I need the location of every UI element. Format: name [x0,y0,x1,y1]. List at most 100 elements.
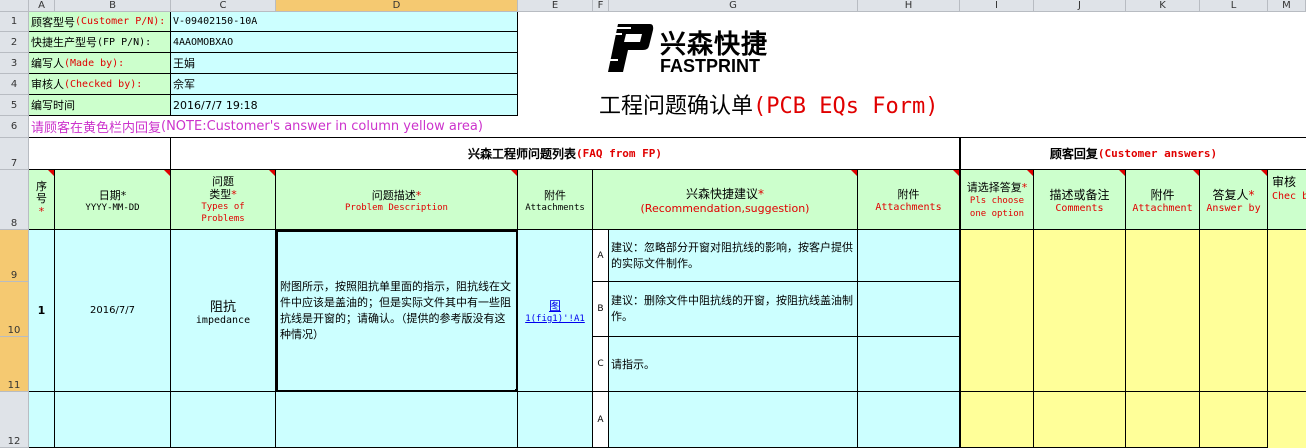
col-header-g[interactable]: G [609,0,858,12]
section-blank [29,138,171,170]
next-option-a-text[interactable] [609,392,858,448]
required-star: * [758,186,764,201]
row-header-9[interactable]: 9 [0,230,29,282]
next-answer-attachment[interactable] [1126,392,1200,448]
label-en: (Made by): [64,57,125,69]
value-made-by[interactable]: 王娟 [171,53,518,74]
next-issue-date[interactable] [55,392,171,448]
comment-indicator-icon [953,170,959,176]
col-header-c[interactable]: C [171,0,276,12]
label-cn: 审核人 [31,78,64,91]
option-b-text[interactable]: 建议：删除文件中阻抗线的开窗，按阻抗线盖油制作。 [609,282,858,337]
next-answer-choice[interactable] [960,392,1034,448]
next-option-a-key: A [593,392,609,448]
header-type-cn1: 问题 [212,174,234,188]
col-header-b[interactable]: B [55,0,171,12]
comment-indicator-icon [1261,170,1267,176]
comment-indicator-icon [511,170,517,176]
next-answer-by[interactable] [1200,392,1268,448]
answer-choice-cell[interactable] [960,230,1034,392]
option-a-text[interactable]: 建议：忽略部分开窗对阻抗线的影响，按客户提供的实际文件制作。 [609,230,858,282]
row-header-3[interactable]: 3 [0,53,29,74]
label-cn: 编写人 [31,57,64,70]
next-issue-attachment[interactable] [518,392,593,448]
faq-section-header: 兴森工程师问题列表 (FAQ from FP) [171,138,960,170]
option-c-key: C [593,337,609,392]
header-type-en: Types of Problems [201,201,245,224]
issue-description[interactable]: 附图所示，按照阻抗单里面的指示，阻抗线在文件中应该是盖油的；但是实际文件其中有一… [276,230,518,392]
answer-by-cell[interactable] [1200,230,1268,392]
row-header-2[interactable]: 2 [0,32,29,53]
header-recommendation: 兴森快捷建议* (Recommendation,suggestion) [593,170,858,230]
col-header-m[interactable]: M [1268,0,1306,12]
label-en: (Customer P/N): [75,16,166,27]
row-header-12[interactable]: 12 [0,392,29,448]
comment-indicator-icon [1027,170,1033,176]
comment-indicator-icon [164,170,170,176]
label-cn: 顾客型号 [31,15,75,29]
row-header-1[interactable]: 1 [0,12,29,32]
next-issue-type[interactable] [171,392,276,448]
answer-attachment-cell[interactable] [1126,230,1200,392]
required-star: * [120,188,127,202]
col-header-f[interactable]: F [593,0,609,12]
required-star: * [415,188,422,202]
issue-attachment-link[interactable]: 图 1(fig1)'!A1 [518,230,593,392]
col-header-d[interactable]: D [276,0,518,12]
col-header-a[interactable]: A [29,0,55,12]
notice-cn: 请顾客在黄色栏内回复 [31,121,162,136]
value-write-time[interactable]: 2016/7/7 19:18 [171,95,518,116]
col-header-k[interactable]: K [1126,0,1200,12]
row-header-6[interactable]: 6 [0,116,29,138]
row-header-11[interactable]: 11 [0,337,29,392]
fastprint-logo: 兴森快捷 FASTPRINT [604,20,804,78]
row-header-10[interactable]: 10 [0,282,29,337]
required-star: * [1021,180,1028,194]
next-answer-comments[interactable] [1034,392,1126,448]
col-header-j[interactable]: J [1034,0,1126,12]
logo-en: FASTPRINT [660,56,761,76]
header-attachment-3: 附件 Attachment [1126,170,1200,230]
row-header-4[interactable]: 4 [0,74,29,95]
attachment-link-line2[interactable]: 1(fig1)'!A1 [525,314,585,324]
option-c-attachment[interactable] [858,337,960,392]
answer-comments-cell[interactable] [1034,230,1126,392]
issue-date[interactable]: 2016/7/7 [55,230,171,392]
answer-check-cell[interactable] [1268,230,1306,392]
col-header-l[interactable]: L [1200,0,1268,12]
row-header-5[interactable]: 5 [0,95,29,116]
label-fp-pn: 快捷生产型号 (FP P/N): [29,32,171,53]
cust-en: (Customer answers) [1097,147,1218,160]
value-customer-pn[interactable]: V-09402150-10A [171,12,518,32]
faq-cn: 兴森工程师问题列表 [467,147,576,161]
value-checked-by[interactable]: 佘军 [171,74,518,95]
issue-seq[interactable]: 1 [29,230,55,392]
header-attachments: 附件 Attachments [518,170,593,230]
header-comments-en: Comments [1055,202,1104,214]
customer-section-header: 顾客回复 (Customer answers) [960,138,1306,170]
next-option-a-attachment[interactable] [858,392,960,448]
option-a-attachment[interactable] [858,230,960,282]
col-header-h[interactable]: H [858,0,960,12]
col-header-e[interactable]: E [518,0,593,12]
next-issue-description[interactable] [276,392,518,448]
attachment-link-line1[interactable]: 图 [549,297,561,314]
next-issue-seq[interactable] [29,392,55,448]
row-header-8[interactable]: 8 [0,170,29,230]
header-desc-cn: 问题描述 [371,188,416,202]
notice-en: (NOTE:Customer's answer in column yellow… [161,119,483,134]
label-made-by: 编写人 (Made by): [29,53,171,74]
select-all-corner[interactable] [0,0,29,12]
value-fp-pn[interactable]: 4AAOMOBXAO [171,32,518,53]
header-attach-cn: 附件 [544,188,566,202]
issue-type[interactable]: 阻抗 impedance [171,230,276,392]
col-header-i[interactable]: I [960,0,1034,12]
header-description: 问题描述* Problem Description [276,170,518,230]
comment-indicator-icon [1193,170,1199,176]
row-header-7[interactable]: 7 [0,138,29,170]
next-answer-check[interactable] [1268,392,1306,448]
label-en: (Checked by): [64,78,143,90]
header-rec-en: (Recommendation,suggestion) [640,201,810,215]
option-c-text[interactable]: 请指示。 [609,337,858,392]
option-b-attachment[interactable] [858,282,960,337]
